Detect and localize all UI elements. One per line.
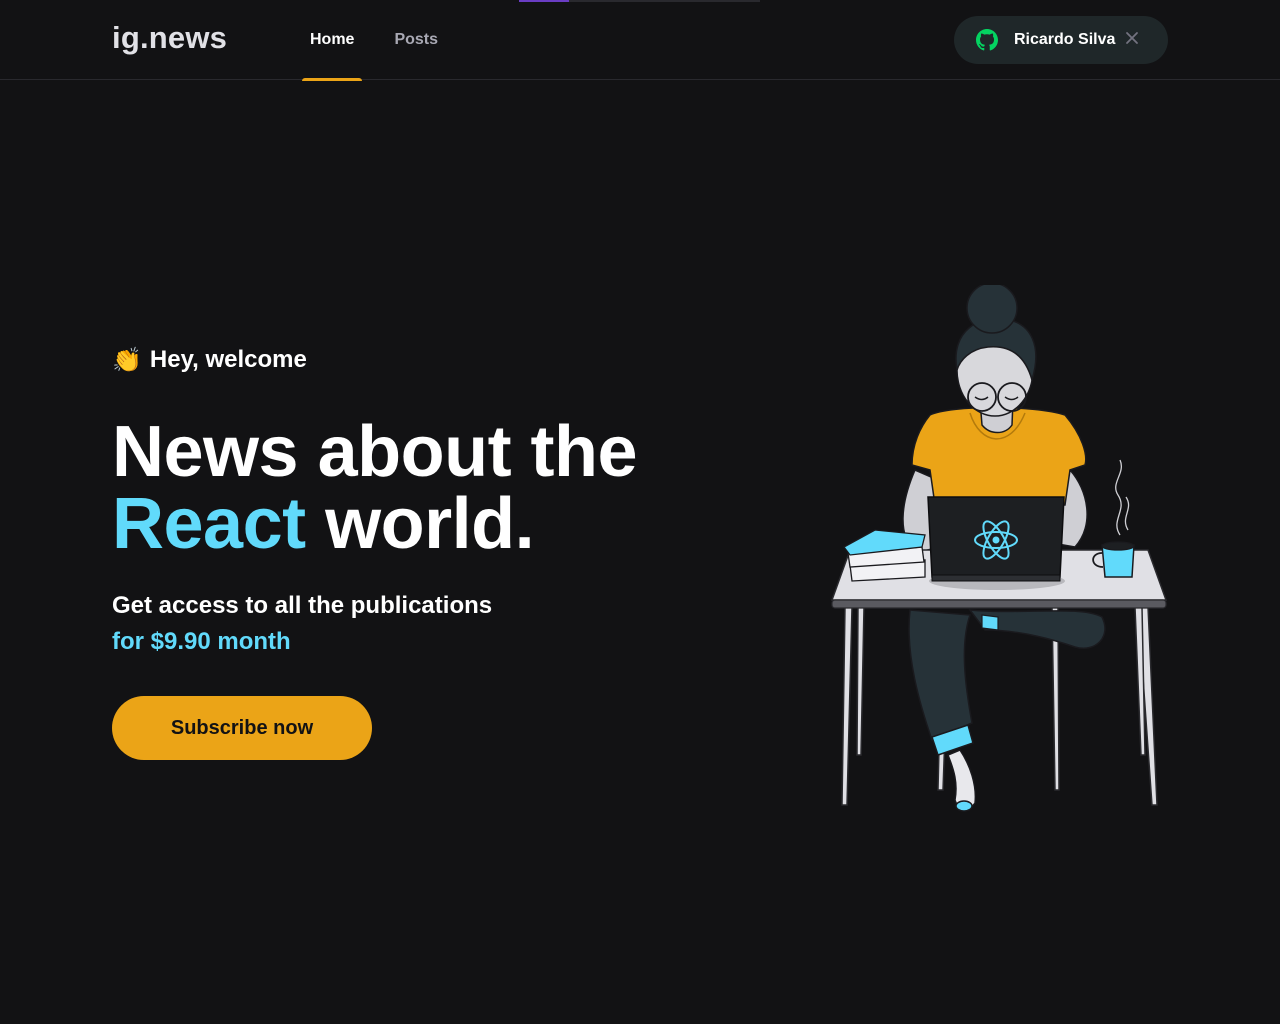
main-nav: Home Posts [302, 0, 470, 81]
price-text: for $9.90 month [112, 628, 291, 655]
github-icon [976, 29, 998, 51]
hero-title-line1: News about the [112, 412, 638, 492]
hero-title-line2: world. [305, 484, 535, 564]
subscribe-button[interactable]: Subscribe now [112, 696, 372, 760]
github-user-button[interactable]: Ricardo Silva [954, 16, 1168, 64]
welcome-label: Hey, welcome [149, 346, 307, 373]
hero-content: 👏 Hey, welcome News about the React worl… [112, 340, 732, 660]
user-name: Ricardo Silva [1014, 31, 1116, 48]
hero-subtitle: Get access to all the publications for $… [112, 588, 732, 660]
clapping-hands-icon: 👏 [112, 346, 142, 374]
hero-title: News about the React world. [112, 416, 732, 560]
hero-title-highlight: React [112, 484, 306, 564]
close-icon[interactable] [1122, 29, 1142, 49]
welcome-text: 👏 Hey, welcome [112, 340, 732, 380]
nav-link-posts[interactable]: Posts [386, 0, 446, 80]
nav-link-home[interactable]: Home [302, 0, 363, 81]
woman-coding-illustration [820, 282, 1180, 820]
site-header: ig.news Home Posts Ricardo Silva [0, 0, 1280, 81]
subtitle-text: Get access to all the publications [112, 592, 493, 619]
logo[interactable]: ig.news [112, 20, 227, 56]
